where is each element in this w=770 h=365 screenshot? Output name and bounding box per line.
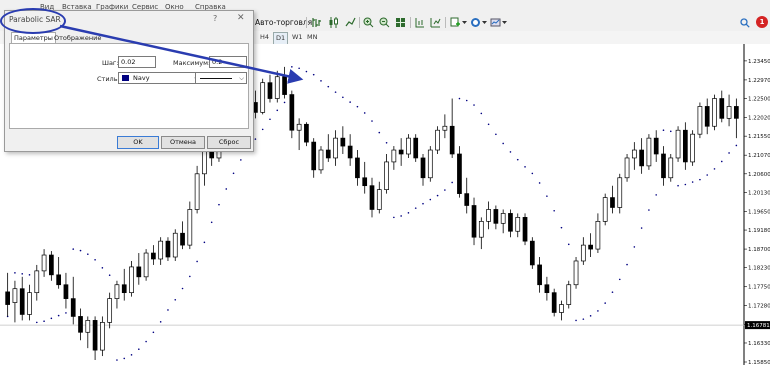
step-label: Шаг: <box>102 59 119 67</box>
color-value: Navy <box>133 74 150 82</box>
tab-display[interactable]: Отображение <box>52 33 103 43</box>
step-input[interactable]: 0.02 <box>118 56 156 68</box>
line-style-select[interactable]: ⌵ <box>195 72 247 84</box>
color-select[interactable]: Navy ⌵ <box>118 72 202 84</box>
chevron-down-icon: ⌵ <box>239 74 244 82</box>
maximum-input[interactable]: 0.2 <box>209 56 247 68</box>
tab-panel: Шаг: 0.02 Максимум: 0.2 Стиль: Navy ⌵ ⌵ <box>9 43 249 129</box>
cancel-button[interactable]: Отмена <box>161 136 205 149</box>
close-icon[interactable]: ✕ <box>237 13 245 23</box>
style-label: Стиль: <box>97 75 120 83</box>
annotation-ellipse <box>0 8 66 34</box>
line-style-preview <box>200 78 232 79</box>
maximum-label: Максимум: <box>173 59 211 67</box>
ok-button[interactable]: OK <box>117 136 159 149</box>
help-icon[interactable]: ? <box>213 14 217 23</box>
color-swatch <box>122 75 129 81</box>
reset-button[interactable]: Сброс <box>207 136 251 149</box>
